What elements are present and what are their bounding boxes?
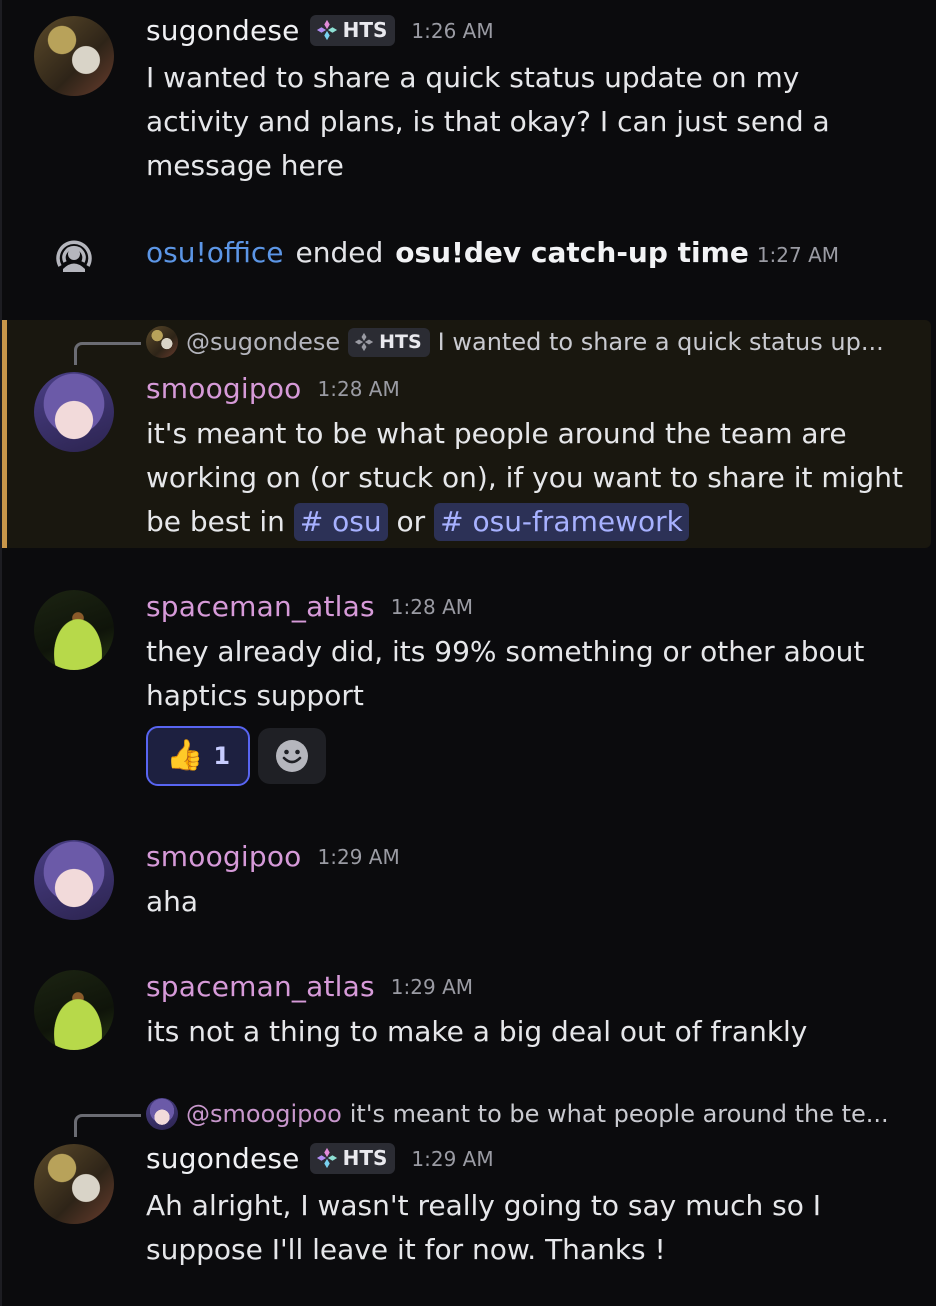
timestamp[interactable]: 1:29 AM — [318, 845, 400, 869]
reply-username[interactable]: @smoogipoo — [186, 1100, 342, 1128]
avatar-smoogipoo[interactable] — [34, 372, 114, 452]
tag-label: HTS — [379, 330, 422, 353]
message-text: I wanted to share a quick status update … — [146, 61, 830, 182]
timestamp[interactable]: 1:28 AM — [318, 377, 400, 401]
username[interactable]: spaceman_atlas — [146, 970, 375, 1003]
reply-connector — [74, 1114, 141, 1137]
thumbs-up-emoji-icon: 👍 — [165, 738, 204, 773]
reply-avatar — [146, 326, 178, 358]
smiley-icon — [276, 740, 308, 772]
server-tag[interactable]: HTS — [309, 15, 396, 46]
message-text: it's meant to be what people around the … — [146, 412, 906, 544]
timestamp[interactable]: 1:29 AM — [411, 1147, 493, 1171]
reply-server-tag: HTS — [348, 327, 430, 357]
channel-mention-osu[interactable]: # osu — [293, 503, 388, 541]
window-edge — [0, 0, 2, 1306]
server-tag[interactable]: HTS — [309, 1143, 396, 1174]
reply-connector — [74, 342, 141, 365]
timestamp[interactable]: 1:29 AM — [391, 975, 473, 999]
username[interactable]: sugondese — [146, 1142, 300, 1175]
reaction-thumbs-up[interactable]: 👍 1 — [146, 726, 250, 786]
timestamp[interactable]: 1:27 AM — [757, 243, 839, 267]
avatar-spaceman-atlas[interactable] — [34, 970, 114, 1050]
message-text: its not a thing to make a big deal out o… — [146, 1015, 808, 1048]
message-text-part: or — [396, 505, 426, 538]
reaction-count: 1 — [213, 742, 231, 770]
system-verb: ended — [295, 236, 384, 269]
message-text: Ah alright, I wasn't really going to say… — [146, 1189, 822, 1266]
event-name: osu!dev catch-up time — [395, 236, 749, 269]
username[interactable]: spaceman_atlas — [146, 590, 375, 623]
tag-gem-icon — [354, 332, 374, 351]
message-header: sugondese HTS 1:26 AM — [146, 14, 494, 47]
timestamp[interactable]: 1:28 AM — [391, 595, 473, 619]
message-header: smoogipoo 1:28 AM — [146, 372, 400, 405]
avatar-sugondese[interactable] — [34, 1144, 114, 1224]
add-reaction-button[interactable] — [258, 728, 326, 784]
reply-preview[interactable]: @sugondese HTS I wanted to share a quick… — [146, 326, 884, 358]
channel-mention-osu-framework[interactable]: # osu-framework — [434, 503, 689, 541]
reply-text: it's meant to be what people around the … — [349, 1100, 889, 1128]
tag-label: HTS — [342, 18, 388, 42]
message-header: sugondese HTS 1:29 AM — [146, 1142, 494, 1175]
reply-username[interactable]: @sugondese — [186, 328, 340, 356]
reply-preview[interactable]: @smoogipoo it's meant to be what people … — [146, 1098, 889, 1130]
message-header: spaceman_atlas 1:28 AM — [146, 590, 473, 623]
message-text: they already did, its 99% something or o… — [146, 635, 865, 712]
tag-gem-icon — [316, 19, 337, 41]
avatar-spaceman-atlas[interactable] — [34, 590, 114, 670]
username[interactable]: smoogipoo — [146, 372, 302, 405]
message-header: spaceman_atlas 1:29 AM — [146, 970, 473, 1003]
actor-link[interactable]: osu!office — [146, 236, 284, 269]
avatar-sugondese[interactable] — [34, 16, 114, 96]
avatar-smoogipoo[interactable] — [34, 840, 114, 920]
tag-gem-icon — [316, 1147, 337, 1169]
message-text: aha — [146, 885, 199, 918]
timestamp[interactable]: 1:26 AM — [411, 19, 493, 43]
system-message: osu!office ended osu!dev catch-up time 1… — [146, 236, 839, 269]
username[interactable]: smoogipoo — [146, 840, 302, 873]
stage-channel-icon — [56, 240, 92, 272]
message-header: smoogipoo 1:29 AM — [146, 840, 400, 873]
username[interactable]: sugondese — [146, 14, 300, 47]
reply-avatar — [146, 1098, 178, 1130]
tag-label: HTS — [342, 1146, 388, 1170]
reply-text: I wanted to share a quick status up... — [437, 328, 884, 356]
